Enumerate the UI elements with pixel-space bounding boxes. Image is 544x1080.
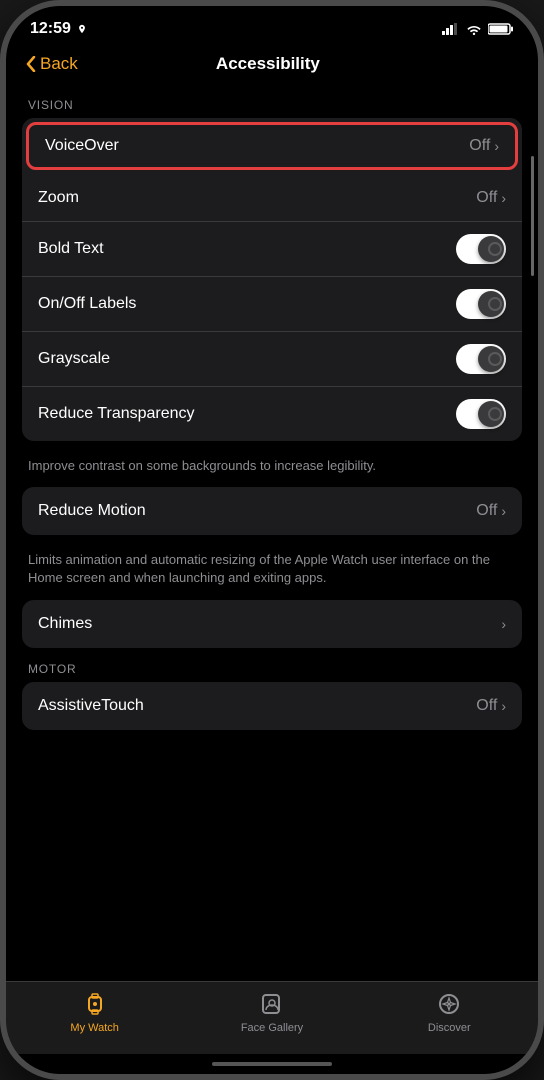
motor-group: AssistiveTouch Off › xyxy=(22,682,522,730)
onoff-labels-row[interactable]: On/Off Labels xyxy=(22,277,522,332)
location-icon xyxy=(77,24,87,34)
voiceover-value: Off xyxy=(469,137,490,155)
grayscale-toggle[interactable] xyxy=(456,344,506,374)
wifi-icon xyxy=(466,23,482,35)
notch xyxy=(202,6,342,34)
scroll-content[interactable]: VISION VoiceOver Off › Zoom Off › xyxy=(6,84,538,981)
bold-text-label: Bold Text xyxy=(38,240,456,258)
phone-screen: 12:59 xyxy=(6,6,538,1074)
voiceover-chevron-icon: › xyxy=(494,138,499,154)
bold-text-toggle[interactable] xyxy=(456,234,506,264)
tab-my-watch[interactable]: My Watch xyxy=(6,990,183,1034)
vision-group: VoiceOver Off › Zoom Off › Bold Text xyxy=(22,118,522,441)
home-indicator xyxy=(6,1054,538,1074)
reduce-motion-label: Reduce Motion xyxy=(38,502,476,520)
home-bar xyxy=(212,1062,332,1066)
page-title: Accessibility xyxy=(78,54,458,74)
chimes-row[interactable]: Chimes › xyxy=(22,600,522,648)
reduce-transparency-label: Reduce Transparency xyxy=(38,405,456,423)
content-area: VISION VoiceOver Off › Zoom Off › xyxy=(6,84,538,738)
zoom-chevron-icon: › xyxy=(501,190,506,206)
discover-label: Discover xyxy=(428,1022,471,1034)
toggle-circle-2 xyxy=(488,297,502,311)
phone-frame: 12:59 xyxy=(0,0,544,1080)
vision-section-label: VISION xyxy=(28,98,516,112)
onoff-labels-toggle[interactable] xyxy=(456,289,506,319)
status-icons xyxy=(442,23,514,35)
nav-bar: Back Accessibility xyxy=(6,44,538,84)
reduce-transparency-row[interactable]: Reduce Transparency xyxy=(22,387,522,441)
tab-discover[interactable]: Discover xyxy=(361,990,538,1034)
battery-icon xyxy=(488,23,514,35)
zoom-label: Zoom xyxy=(38,189,476,207)
signal-icon xyxy=(442,23,460,35)
onoff-labels-label: On/Off Labels xyxy=(38,295,456,313)
tab-bar: My Watch Face Gallery xyxy=(6,981,538,1054)
reduce-motion-row[interactable]: Reduce Motion Off › xyxy=(22,487,522,535)
face-gallery-icon xyxy=(258,990,286,1018)
voiceover-row[interactable]: VoiceOver Off › xyxy=(26,122,518,170)
time-display: 12:59 xyxy=(30,20,71,38)
reduce-motion-value: Off xyxy=(476,502,497,520)
back-chevron-icon xyxy=(26,56,36,72)
my-watch-icon xyxy=(81,990,109,1018)
assistive-touch-chevron-icon: › xyxy=(501,698,506,714)
status-time: 12:59 xyxy=(30,20,87,38)
toggle-circle-3 xyxy=(488,352,502,366)
bold-text-row[interactable]: Bold Text xyxy=(22,222,522,277)
reduce-motion-group: Reduce Motion Off › xyxy=(22,487,522,535)
back-button[interactable]: Back xyxy=(26,54,78,74)
vision-description: Improve contrast on some backgrounds to … xyxy=(22,449,522,487)
face-gallery-label: Face Gallery xyxy=(241,1022,303,1034)
motor-section-label: MOTOR xyxy=(28,662,516,676)
toggle-circle xyxy=(488,242,502,256)
zoom-value: Off xyxy=(476,189,497,207)
motion-description: Limits animation and automatic resizing … xyxy=(22,543,522,599)
chimes-group: Chimes › xyxy=(22,600,522,648)
toggle-circle-4 xyxy=(488,407,502,421)
voiceover-label: VoiceOver xyxy=(45,137,469,155)
grayscale-row[interactable]: Grayscale xyxy=(22,332,522,387)
chimes-label: Chimes xyxy=(38,615,501,633)
reduce-transparency-toggle[interactable] xyxy=(456,399,506,429)
scroll-thumb xyxy=(531,156,534,276)
my-watch-label: My Watch xyxy=(70,1022,119,1034)
assistive-touch-label: AssistiveTouch xyxy=(38,697,476,715)
discover-icon xyxy=(435,990,463,1018)
back-label: Back xyxy=(40,54,78,74)
tab-face-gallery[interactable]: Face Gallery xyxy=(183,990,360,1034)
grayscale-label: Grayscale xyxy=(38,350,456,368)
chimes-chevron-icon: › xyxy=(501,616,506,632)
zoom-row[interactable]: Zoom Off › xyxy=(22,174,522,222)
assistive-touch-value: Off xyxy=(476,697,497,715)
reduce-motion-chevron-icon: › xyxy=(501,503,506,519)
assistive-touch-row[interactable]: AssistiveTouch Off › xyxy=(22,682,522,730)
